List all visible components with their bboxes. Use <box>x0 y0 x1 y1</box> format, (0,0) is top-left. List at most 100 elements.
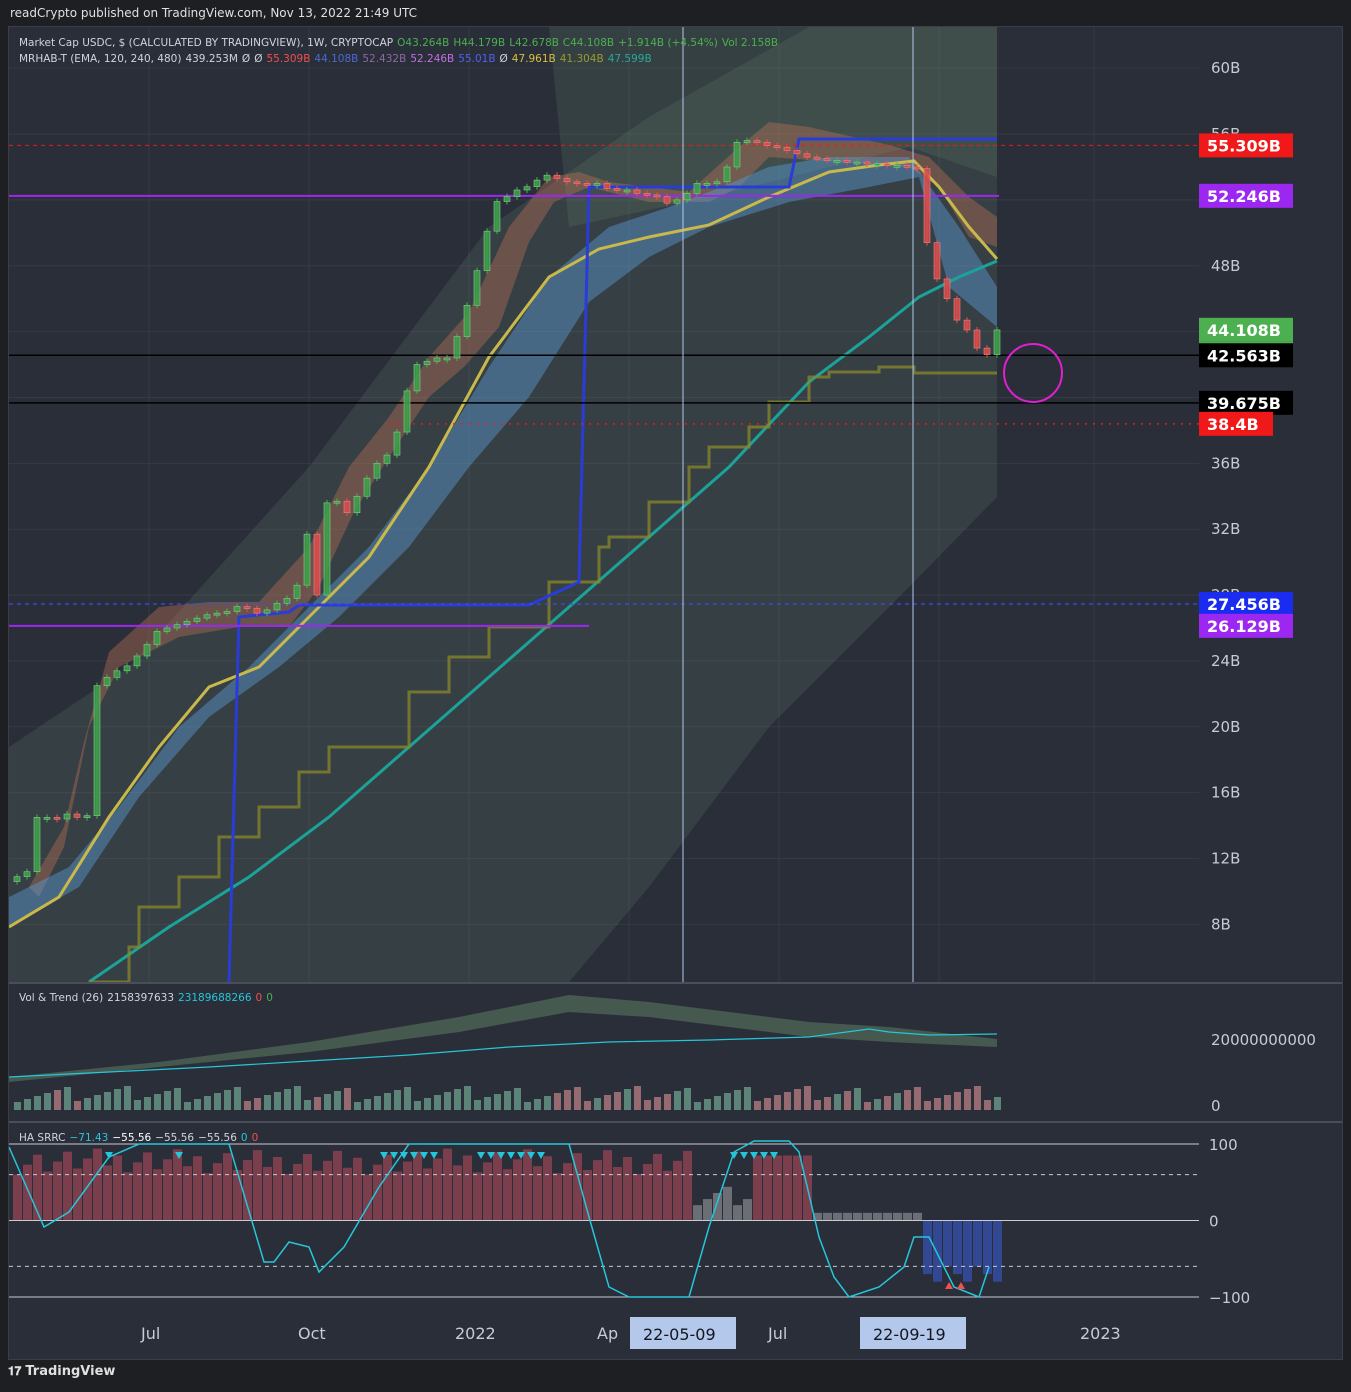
candle-body <box>823 158 831 162</box>
tradingview-brand[interactable]: 𝟏𝟕 TradingView <box>8 1364 115 1379</box>
volume-bar <box>954 1092 961 1110</box>
srrc-bar <box>843 1212 852 1221</box>
srrc-bar <box>753 1155 762 1221</box>
volume-bar <box>674 1091 681 1110</box>
volume-bar <box>84 1098 91 1110</box>
srrc-bar <box>523 1149 532 1221</box>
volume-bar <box>24 1099 31 1110</box>
candle-body <box>363 477 371 497</box>
srrc-bar <box>223 1153 232 1221</box>
volume-bar <box>374 1096 381 1110</box>
candle-body <box>493 201 501 232</box>
volume-bar <box>194 1099 201 1110</box>
candle-body <box>583 183 591 186</box>
volume-bar <box>814 1100 821 1110</box>
volume-bar <box>304 1100 311 1110</box>
candle-body <box>963 319 971 331</box>
candle-body <box>763 141 771 146</box>
candle-body <box>533 179 541 188</box>
candle-body <box>83 815 91 818</box>
volume-bar <box>34 1096 41 1110</box>
volume-bar <box>644 1100 651 1110</box>
price-label-text: 55.309B <box>1207 136 1281 155</box>
srrc-bar <box>243 1160 252 1221</box>
candle-body <box>283 598 291 604</box>
candle-body <box>803 153 811 158</box>
srrc-bar <box>503 1169 512 1221</box>
candle-body <box>503 196 511 202</box>
volume-tick-label: 20000000000 <box>1211 1031 1316 1049</box>
time-axis[interactable]: Jul Oct 2022 Ap Jul 2023 22-05-09 22-09-19 <box>140 1317 1121 1349</box>
candle-body <box>223 611 231 614</box>
volume-bar <box>714 1096 721 1110</box>
candle-body <box>993 329 1001 355</box>
candle-body <box>653 194 661 198</box>
pane-divider-2 <box>9 1121 1342 1123</box>
volume-bar <box>394 1090 401 1110</box>
volume-bar <box>964 1089 971 1110</box>
volume-bar <box>734 1090 741 1110</box>
volume-bar <box>184 1102 191 1110</box>
srrc-bar <box>603 1150 612 1221</box>
candle-body <box>463 304 471 337</box>
volume-bar <box>984 1100 991 1110</box>
srrc-bar <box>163 1159 172 1221</box>
time-highlight-label: 22-09-19 <box>873 1325 946 1344</box>
candle-body <box>203 614 211 619</box>
srrc-bar <box>723 1186 732 1221</box>
chart-svg[interactable]: Market Cap USDC, $ (CALCULATED BY TRADIN… <box>8 27 1342 1359</box>
volume-bar <box>94 1095 101 1110</box>
candle-body <box>403 390 411 433</box>
candle-body <box>913 166 921 170</box>
volume-bar <box>254 1098 261 1110</box>
price-tick-label: 48B <box>1211 257 1240 275</box>
volume-bar <box>604 1095 611 1110</box>
candle-body <box>153 630 161 645</box>
candle-body <box>473 270 481 306</box>
candle-body <box>833 160 841 163</box>
srrc-bar <box>693 1205 702 1221</box>
candle-body <box>483 230 491 271</box>
candle-body <box>783 146 791 151</box>
volume-bar <box>144 1097 151 1110</box>
srrc-tick-label: 100 <box>1209 1136 1238 1154</box>
candle-body <box>513 189 521 197</box>
srrc-bar <box>123 1172 132 1221</box>
volume-bar <box>364 1099 371 1110</box>
srrc-bar <box>543 1156 552 1221</box>
volume-bar <box>854 1088 861 1110</box>
srrc-bar <box>643 1163 652 1221</box>
srrc-bar <box>913 1212 922 1221</box>
price-tick-label: 36B <box>1211 454 1240 472</box>
candle-body <box>863 161 871 165</box>
volume-bar <box>974 1086 981 1110</box>
candle-body <box>273 602 281 611</box>
srrc-bar <box>433 1158 442 1221</box>
candle-body <box>933 242 941 280</box>
volume-bar <box>164 1091 171 1110</box>
volume-bar <box>774 1095 781 1110</box>
price-label-text: 52.246B <box>1207 187 1281 206</box>
srrc-bar <box>773 1155 782 1221</box>
candle-body <box>353 495 361 514</box>
candle-body <box>633 189 641 194</box>
volume-bar <box>924 1101 931 1110</box>
volume-bar <box>464 1086 471 1110</box>
candle-body <box>393 431 401 456</box>
candle-body <box>113 670 121 678</box>
srrc-bar <box>313 1170 322 1221</box>
candle-body <box>773 145 781 148</box>
time-highlight-label: 22-05-09 <box>643 1325 716 1344</box>
srrc-bar <box>283 1173 292 1221</box>
time-tick-label: 2022 <box>455 1324 496 1343</box>
srrc-bar <box>413 1151 422 1221</box>
volume-bar <box>784 1092 791 1110</box>
candle-body <box>563 178 571 183</box>
volume-bar <box>754 1101 761 1110</box>
srrc-tick-label: 0 <box>1209 1213 1219 1231</box>
volume-bar <box>664 1094 671 1110</box>
volume-bar <box>894 1093 901 1110</box>
srrc-bar <box>253 1150 262 1221</box>
candle-body <box>213 612 221 616</box>
srrc-bar <box>193 1156 202 1221</box>
